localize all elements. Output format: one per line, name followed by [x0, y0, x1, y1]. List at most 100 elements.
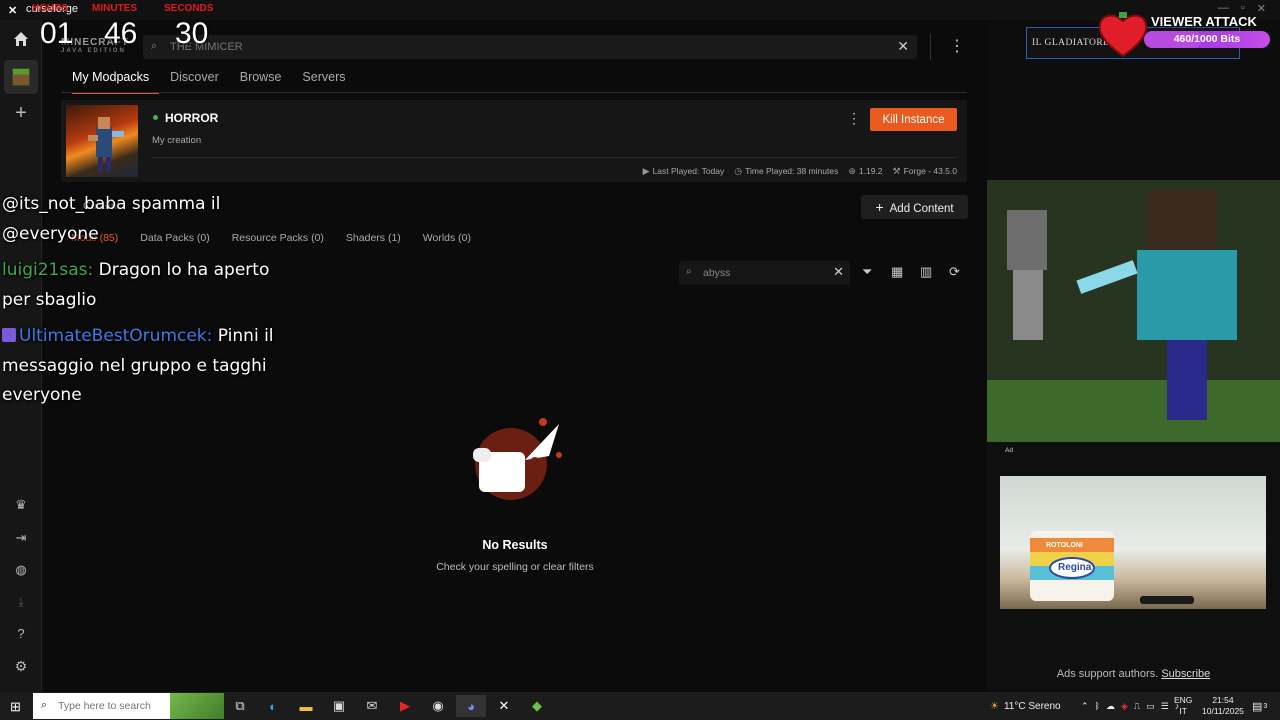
grid-view-icon[interactable]: ▦ — [891, 264, 903, 280]
tray-usb-icon[interactable]: ⎍ — [1134, 701, 1140, 712]
edge-browser-icon[interactable]: ◐ — [258, 695, 288, 717]
weather-icon: ☀ — [990, 700, 999, 712]
plus-icon: + — [875, 199, 884, 215]
add-content-button[interactable]: + Add Content — [861, 195, 968, 219]
tab-worlds[interactable]: Worlds (0) — [423, 232, 471, 244]
ad-product-brand: ROTOLONI — [1046, 542, 1083, 549]
empty-state-title: No Results — [482, 538, 548, 552]
modpack-subtitle: My creation — [152, 135, 202, 146]
last-played: Last Played: Today — [652, 166, 725, 176]
filter-icon[interactable]: ⏷ — [862, 264, 872, 280]
store-icon[interactable]: ▣ — [324, 695, 354, 717]
search-input[interactable] — [170, 39, 870, 55]
task-view-icon[interactable]: ⧉ — [225, 695, 255, 717]
tab-servers[interactable]: Servers — [302, 70, 355, 94]
chat-message: luigi21sas: Dragon lo ha aperto per sbag… — [2, 256, 292, 315]
taskbar-search-box[interactable]: ⌕ — [33, 693, 224, 719]
clock-date: 10/11/2025 — [1202, 706, 1244, 716]
add-game-icon[interactable]: + — [8, 100, 34, 126]
timer-label-hours: HOURS — [32, 3, 69, 14]
chat-message: @its_not_baba spamma il @everyone — [2, 190, 292, 249]
mod-search-bar[interactable]: ⌕ ✕ — [143, 35, 917, 59]
anvil-icon: ⚒ — [892, 166, 901, 176]
empty-state-scroll-icon — [463, 418, 563, 508]
tab-browse[interactable]: Browse — [240, 70, 292, 94]
tray-network-icon[interactable]: ☰ — [1161, 701, 1169, 712]
card-divider — [152, 157, 957, 158]
tray-bluetooth-icon[interactable]: ᛒ — [1095, 701, 1100, 711]
taskbar-search-input[interactable] — [58, 699, 168, 713]
mod-loader: Forge - 43.5.0 — [903, 166, 957, 176]
curseforge-logo-icon: ✕ — [8, 5, 18, 17]
heart-icon — [1096, 10, 1150, 60]
clear-search-icon[interactable]: ✕ — [897, 38, 909, 55]
search-icon: ⌕ — [151, 40, 158, 52]
chat-username: @its_not_baba — [2, 194, 127, 214]
kill-instance-button[interactable]: Kill Instance — [870, 108, 957, 131]
tray-shield-icon[interactable]: ◈ — [1121, 701, 1128, 712]
help-icon[interactable]: ? — [8, 620, 34, 646]
content-search-bar[interactable]: ⌕ ✕ — [679, 261, 850, 285]
bits-progress-bar: 460/1000 Bits — [1144, 31, 1270, 48]
windows-taskbar: ⊞ ⌕ ⧉ ◐ ▬ ▣ ✉ ▶ ◉ ◕ ✕ ◆ ☀ 11°C Sereno ⌃ … — [0, 692, 1280, 720]
screen: ✕ curseforge — ▫ ✕ + ♛ ⇥ ◍ ⤓ ? ⚙ MINECRA… — [0, 0, 1280, 720]
notifications-icon[interactable]: ▤ 3 — [1252, 692, 1267, 720]
file-explorer-icon[interactable]: ▬ — [291, 695, 321, 717]
column-view-icon[interactable]: ▥ — [920, 264, 932, 280]
viewer-attack-title: VIEWER ATTACK — [1151, 14, 1257, 29]
youtube-icon[interactable]: ▶ — [390, 695, 420, 717]
tray-battery-icon[interactable]: ▭ — [1146, 701, 1155, 712]
timer-seconds: 30 — [175, 17, 209, 50]
stream-chat-overlay: @its_not_baba spamma il @everyone luigi2… — [2, 190, 292, 418]
tab-shaders[interactable]: Shaders (1) — [346, 232, 401, 244]
refresh-icon[interactable]: ⟳ — [949, 264, 960, 280]
input-language[interactable]: ENG IT — [1174, 695, 1192, 717]
weather-widget[interactable]: ☀ 11°C Sereno — [990, 692, 1061, 720]
crown-icon[interactable]: ♛ — [8, 492, 34, 518]
modpack-thumbnail — [66, 105, 138, 177]
modpack-meta: ▶ Last Played: Today ◷ Time Played: 38 min… — [643, 166, 957, 177]
minecraft-taskbar-icon[interactable]: ◆ — [522, 695, 552, 717]
windows-start-icon[interactable]: ⊞ — [10, 699, 21, 715]
tray-chevron-icon[interactable]: ⌃ — [1081, 701, 1089, 712]
gameplay-video-overlay — [987, 180, 1280, 442]
modpack-options-icon[interactable]: ⋮ — [847, 110, 861, 127]
weather-text: 11°C Sereno — [1003, 700, 1061, 712]
globe-icon[interactable]: ◍ — [8, 557, 34, 583]
tab-discover[interactable]: Discover — [170, 70, 229, 94]
home-icon[interactable] — [8, 26, 34, 52]
obs-icon[interactable]: ◉ — [423, 695, 453, 717]
empty-state-subtitle: Check your spelling or clear filters — [436, 561, 594, 573]
clear-search-icon[interactable]: ✕ — [833, 264, 844, 280]
divider — [930, 34, 931, 60]
chat-username: luigi21sas: — [2, 260, 94, 280]
search-highlight-image — [170, 693, 224, 719]
discord-icon[interactable]: ◕ — [456, 695, 486, 717]
online-status-dot — [153, 115, 158, 120]
viewer-attack-widget: 460/1000 Bits VIEWER ATTACK — [1096, 10, 1272, 60]
login-icon[interactable]: ⇥ — [8, 525, 34, 551]
tray-cloud-icon[interactable]: ☁ — [1106, 701, 1115, 712]
modpack-card[interactable]: HORROR My creation ⋮ Kill Instance ▶ Last… — [61, 100, 967, 182]
ad-product-name: Regina — [1058, 562, 1092, 573]
ad-support-text: Ads support authors. — [1056, 668, 1159, 680]
time-played: Time Played: 38 minutes — [745, 166, 839, 176]
system-tray: ⌃ ᛒ ☁ ◈ ⎍ ▭ ☰ ♪ — [1081, 692, 1179, 720]
chat-badge-icon — [2, 328, 16, 342]
subscribe-link[interactable]: Subscribe — [1161, 668, 1210, 680]
minecraft-game-icon[interactable] — [8, 64, 34, 90]
more-options-icon[interactable]: ⋮ — [949, 36, 965, 56]
curseforge-taskbar-icon[interactable]: ✕ — [489, 695, 519, 717]
clock[interactable]: 21:54 10/11/2025 — [1202, 695, 1244, 717]
tab-my-modpacks[interactable]: My Modpacks — [72, 70, 160, 94]
clock-icon: ◷ — [734, 166, 743, 176]
download-icon[interactable]: ⤓ — [8, 589, 34, 615]
nav-divider — [61, 92, 967, 93]
ad-image[interactable]: ROTOLONI Regina — [1000, 476, 1266, 609]
modpack-name: HORROR — [165, 111, 219, 125]
settings-gear-icon[interactable]: ⚙ — [8, 653, 34, 679]
content-search-input[interactable] — [703, 265, 823, 281]
mail-icon[interactable]: ✉ — [357, 695, 387, 717]
ad-label: Ad — [1005, 447, 1013, 454]
timer-hours: 01 — [40, 17, 74, 50]
